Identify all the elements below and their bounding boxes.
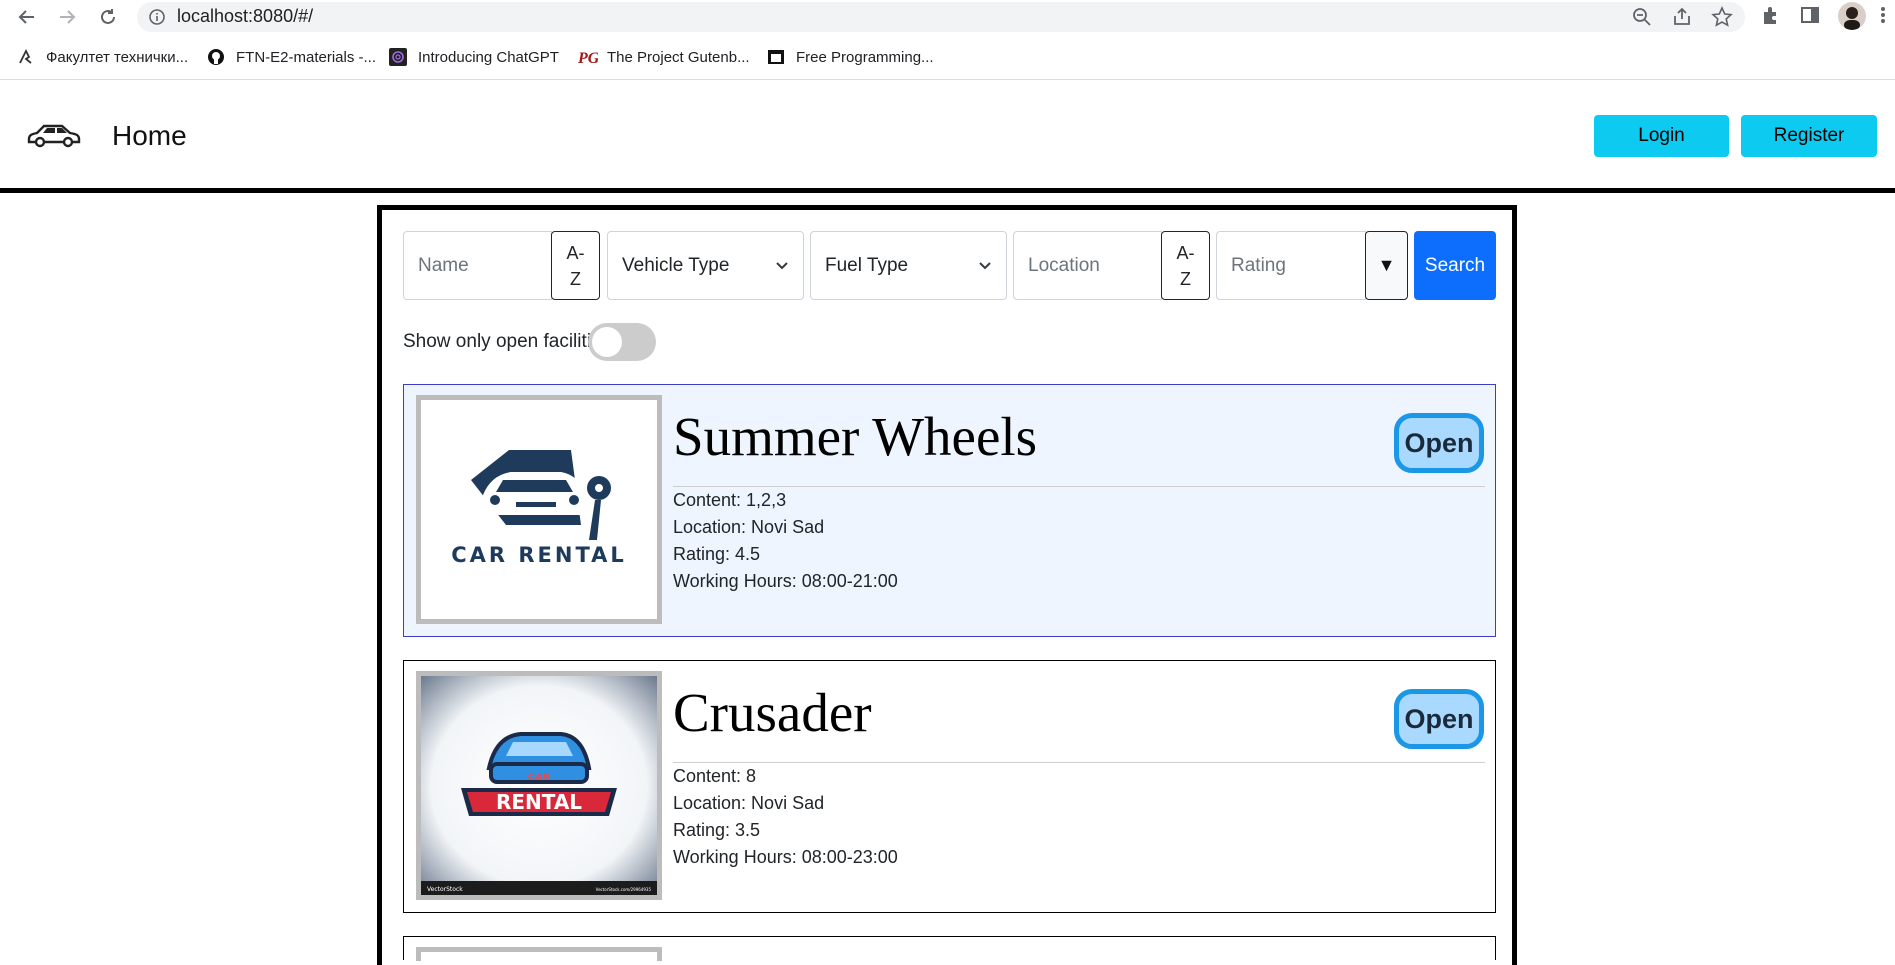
zoom-icon[interactable]: [1631, 6, 1653, 28]
login-button[interactable]: Login: [1594, 115, 1729, 157]
status-badge: Open: [1394, 413, 1484, 473]
rating-placeholder: Rating: [1231, 254, 1286, 276]
chevron-down-icon: [776, 262, 788, 270]
profile-avatar[interactable]: [1838, 2, 1866, 30]
search-button[interactable]: Search: [1414, 231, 1496, 300]
bookmark-label: Introducing ChatGPT: [418, 48, 559, 66]
register-button[interactable]: Register: [1741, 115, 1877, 157]
address-url[interactable]: localhost:8080/#/: [177, 6, 313, 27]
home-link[interactable]: Home: [112, 120, 187, 152]
car-logo-icon[interactable]: [27, 119, 81, 151]
toggle-knob: [592, 327, 622, 357]
svg-text:PG: PG: [578, 50, 598, 66]
extensions-icon[interactable]: [1760, 4, 1786, 30]
facility-logo: [416, 947, 662, 961]
bookmark-label: FTN-E2-materials -...: [236, 48, 377, 66]
sort-label-bottom: Z: [570, 268, 581, 289]
fuel-type-value: Fuel Type: [825, 254, 909, 276]
facility-location: Location: Novi Sad: [673, 517, 825, 537]
card-divider: [673, 486, 1485, 487]
sort-label-top: A-: [566, 242, 585, 263]
facility-content: Content: 8: [673, 766, 757, 786]
name-input[interactable]: Name: [403, 231, 552, 300]
logo-text: RENTAL: [496, 790, 582, 814]
bookmark-ftn-e2[interactable]: FTN-E2-materials -...: [207, 46, 376, 68]
sort-label-top: A-: [1176, 242, 1195, 263]
header-divider: [0, 188, 1895, 193]
facility-name[interactable]: Summer Wheels: [673, 405, 1037, 468]
name-sort-button[interactable]: A- Z: [551, 231, 600, 300]
bookmark-gutenberg[interactable]: PG The Project Gutenb...: [577, 46, 750, 68]
facility-location: Location: Novi Sad: [673, 793, 825, 813]
location-placeholder: Location: [1028, 254, 1100, 276]
bookmark-ftn[interactable]: Факултет технички...: [17, 46, 188, 68]
status-badge: Open: [1394, 689, 1484, 749]
reload-icon[interactable]: [95, 4, 121, 30]
share-icon[interactable]: [1671, 6, 1693, 28]
vehicle-type-value: Vehicle Type: [622, 254, 730, 276]
facility-logo: CAR RENTAL: [416, 395, 662, 624]
facility-card[interactable]: [403, 936, 1496, 961]
chevron-down-icon: [979, 262, 991, 270]
facility-card[interactable]: CAR RENTAL Summer Wheels Open Content: 1…: [403, 384, 1496, 637]
bookmark-star-icon[interactable]: [1711, 6, 1733, 28]
side-panel-icon[interactable]: [1799, 4, 1825, 30]
address-bar[interactable]: [137, 2, 1745, 32]
site-info-icon[interactable]: [148, 8, 166, 26]
name-placeholder: Name: [418, 254, 469, 276]
open-only-label: Show only open facilitie: [403, 331, 602, 352]
sort-label-bottom: Z: [1180, 268, 1191, 289]
facility-card[interactable]: CAR RENTAL VectorStock VectorStock.com/2…: [403, 660, 1496, 913]
gutenberg-icon: PG: [577, 48, 600, 67]
logo-small-text: CAR: [528, 772, 551, 783]
bookmark-free-programming[interactable]: Free Programming...: [767, 46, 934, 68]
ftn-favicon-icon: [17, 48, 35, 66]
facility-content: Content: 1,2,3: [673, 490, 787, 510]
book-icon: [767, 48, 785, 66]
facility-rating: Rating: 4.5: [673, 544, 761, 564]
chatgpt-icon: [389, 48, 407, 66]
bookmark-label: The Project Gutenb...: [607, 48, 750, 66]
card-divider: [673, 762, 1485, 763]
facility-hours: Working Hours: 08:00-21:00: [673, 571, 898, 591]
facility-rating: Rating: 3.5: [673, 820, 761, 840]
bookmark-label: Free Programming...: [796, 48, 934, 66]
bookmark-label: Факултет технички...: [46, 48, 189, 66]
back-icon[interactable]: [14, 4, 40, 30]
menu-kebab-icon[interactable]: [1880, 4, 1890, 30]
facility-hours: Working Hours: 08:00-23:00: [673, 847, 898, 867]
facility-name[interactable]: Crusader: [673, 681, 872, 744]
forward-icon[interactable]: [54, 4, 80, 30]
rating-sort-button[interactable]: ▼: [1365, 231, 1408, 300]
bookmark-chatgpt[interactable]: Introducing ChatGPT: [389, 46, 559, 68]
fuel-type-select[interactable]: Fuel Type: [810, 231, 1007, 300]
location-input[interactable]: Location: [1013, 231, 1162, 300]
logo-text: CAR RENTAL: [451, 543, 627, 567]
watermark-left: VectorStock: [427, 886, 463, 893]
location-sort-button[interactable]: A- Z: [1161, 231, 1210, 300]
sort-desc-icon: ▼: [1377, 255, 1396, 275]
facility-logo: CAR RENTAL VectorStock VectorStock.com/2…: [416, 671, 662, 900]
vehicle-type-select[interactable]: Vehicle Type: [607, 231, 804, 300]
rating-input[interactable]: Rating: [1216, 231, 1366, 300]
github-icon: [207, 48, 225, 66]
watermark-right: VectorStock.com/29964935: [596, 887, 652, 892]
bookmarks-bar: Факултет технички... FTN-E2-materials -.…: [0, 40, 1895, 74]
